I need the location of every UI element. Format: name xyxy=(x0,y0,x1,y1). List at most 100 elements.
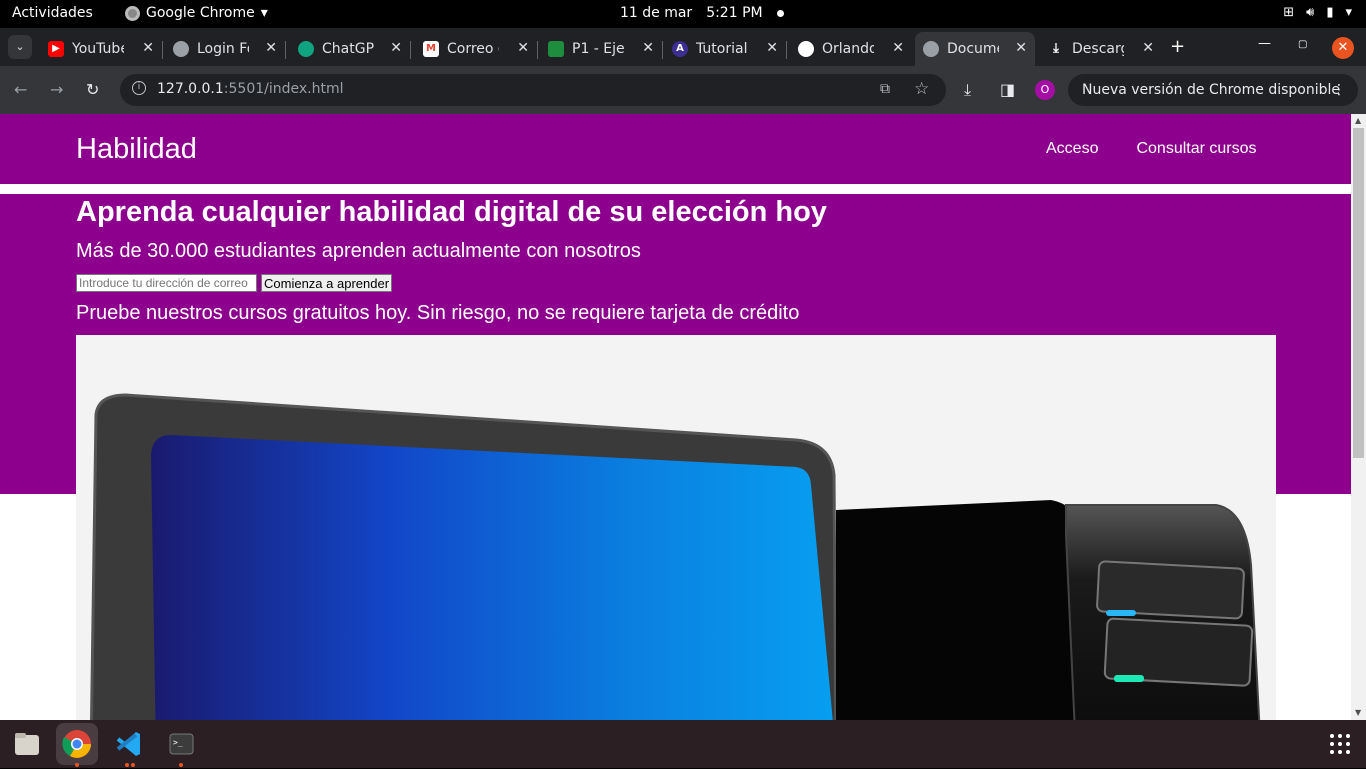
minimize-button[interactable]: — xyxy=(1258,36,1271,51)
site-info-icon[interactable]: i xyxy=(132,81,146,95)
maximize-button[interactable]: ▢ xyxy=(1298,39,1307,50)
profile-avatar[interactable]: O xyxy=(1035,80,1055,100)
close-icon[interactable]: ✕ xyxy=(642,40,654,56)
tab-youtube[interactable]: ▶ YouTube ✕ xyxy=(40,32,163,66)
tab-chatgpt[interactable]: ChatGPT ✕ xyxy=(290,32,411,66)
caret-down-icon: ▾ xyxy=(260,5,268,21)
arrow-left-icon: ← xyxy=(14,80,28,99)
minimize-icon: — xyxy=(1258,36,1271,51)
app-menu[interactable]: Google Chrome ▾ xyxy=(125,5,268,21)
tab-separator xyxy=(410,41,411,59)
clock[interactable]: 11 de mar 5:21 PM xyxy=(620,5,784,21)
url-host: 127.0.0.1 xyxy=(157,81,224,97)
dock-terminal[interactable]: >_ xyxy=(160,723,202,765)
close-icon[interactable]: ✕ xyxy=(1015,40,1027,56)
monitor-screen xyxy=(151,435,833,720)
folder-icon xyxy=(15,733,39,755)
tab-login-form[interactable]: Login Form ✕ xyxy=(165,32,286,66)
tab-document-active[interactable]: Document ✕ xyxy=(915,32,1035,66)
tab-title: YouTube xyxy=(72,41,124,57)
running-indicator xyxy=(75,763,79,767)
scroll-up-icon[interactable]: ▲ xyxy=(1355,116,1361,125)
new-tab-button[interactable]: + xyxy=(1170,36,1185,57)
tab-downloads[interactable]: ⤓ Descargas ✕ xyxy=(1040,32,1162,66)
chevron-down-icon: ⌄ xyxy=(15,40,25,53)
bookmark-star-icon[interactable]: ☆ xyxy=(914,79,929,99)
tab-gmail[interactable]: M Correo de ✕ xyxy=(415,32,538,66)
svg-text:>_: >_ xyxy=(173,738,183,747)
site-header: Habilidad Acceso Consultar cursos xyxy=(0,114,1351,184)
notification-dot-icon xyxy=(776,10,784,17)
tab-search-button[interactable]: ⌄ xyxy=(8,35,32,59)
close-icon[interactable]: ✕ xyxy=(265,40,277,56)
system-tray[interactable]: ⊞ 🔊︎ ▮ ▾ xyxy=(1283,5,1352,20)
clock-date: 11 de mar xyxy=(620,5,693,21)
close-icon[interactable]: ✕ xyxy=(766,40,778,56)
downloads-icon[interactable]: ⤓ xyxy=(964,80,971,100)
site-nav: Acceso Consultar cursos xyxy=(1046,140,1257,158)
url-path: :5501/index.html xyxy=(223,81,344,97)
close-window-button[interactable]: ✕ xyxy=(1332,37,1354,59)
tab-strip: ⌄ ▶ YouTube ✕ Login Form ✕ ChatGPT ✕ M C… xyxy=(0,28,1366,66)
chrome-update-button[interactable]: Nueva versión de Chrome disponible ⋮ xyxy=(1068,74,1358,106)
browser-toolbar: ← → ↻ i 127.0.0.1:5501/index.html ⧉ ☆ ⤓ … xyxy=(0,66,1366,114)
translate-icon[interactable]: ⧉ xyxy=(880,81,890,97)
tab-title: Tutorial xyxy=(696,41,748,57)
show-apps-icon[interactable] xyxy=(1330,734,1350,754)
close-icon[interactable]: ✕ xyxy=(892,40,904,56)
nav-link-consultar-cursos[interactable]: Consultar cursos xyxy=(1136,140,1256,158)
tab-title: Document xyxy=(947,41,999,57)
tab-separator xyxy=(162,41,163,59)
tab-separator xyxy=(537,41,538,59)
tab-title: Correo de xyxy=(447,41,499,57)
tab-title: Login Form xyxy=(197,41,249,57)
reload-button[interactable]: ↻ xyxy=(86,80,99,99)
chatgpt-icon xyxy=(298,41,314,57)
tab-tutorial[interactable]: A Tutorial ✕ xyxy=(664,32,787,66)
angular-icon: A xyxy=(672,41,688,57)
dock-vscode[interactable] xyxy=(108,723,150,765)
network-icon: ⊞ xyxy=(1283,5,1295,20)
scroll-down-icon[interactable]: ▼ xyxy=(1355,708,1361,717)
close-icon[interactable]: ✕ xyxy=(390,40,402,56)
app-menu-label: Google Chrome xyxy=(146,5,255,21)
close-icon[interactable]: ✕ xyxy=(1142,40,1154,56)
scrollbar-thumb[interactable] xyxy=(1353,128,1364,458)
page-scrollbar[interactable]: ▲ ▼ xyxy=(1351,114,1366,720)
hero-tagline: Pruebe nuestros cursos gratuitos hoy. Si… xyxy=(76,302,800,324)
reload-icon: ↻ xyxy=(86,80,100,99)
forward-button[interactable]: → xyxy=(50,80,63,99)
start-learning-button[interactable]: Comienza a aprender xyxy=(261,274,393,292)
activities-button[interactable]: Actividades xyxy=(12,5,93,21)
terminal-icon: >_ xyxy=(169,733,194,755)
tab-github[interactable]: Orlando ✕ xyxy=(790,32,912,66)
tab-classroom[interactable]: P1 - Ejercicio ✕ xyxy=(540,32,663,66)
tab-title: P1 - Ejercicio xyxy=(572,41,624,57)
side-panel-icon[interactable]: ◨ xyxy=(1000,80,1015,99)
nav-link-acceso[interactable]: Acceso xyxy=(1046,140,1098,158)
url-text: 127.0.0.1:5501/index.html xyxy=(157,81,344,97)
youtube-icon: ▶ xyxy=(48,41,64,57)
running-indicator xyxy=(125,763,129,767)
close-icon[interactable]: ✕ xyxy=(517,40,529,56)
page-viewport: Habilidad Acceso Consultar cursos Aprend… xyxy=(0,114,1351,720)
brand-logo[interactable]: Habilidad xyxy=(76,133,197,166)
dock-files[interactable] xyxy=(6,723,48,765)
github-icon xyxy=(798,41,814,57)
close-icon[interactable]: ✕ xyxy=(142,40,154,56)
dock-chrome[interactable] xyxy=(56,723,98,765)
maximize-icon: ▢ xyxy=(1298,39,1308,50)
computer-illustration xyxy=(90,393,1261,720)
gmail-icon: M xyxy=(423,41,439,57)
address-bar[interactable]: i 127.0.0.1:5501/index.html ⧉ ☆ xyxy=(120,74,946,106)
tab-title: Descargas xyxy=(1072,41,1124,57)
dock: >_ xyxy=(0,720,1366,768)
kebab-menu-icon[interactable]: ⋮ xyxy=(1332,74,1346,106)
back-button[interactable]: ← xyxy=(14,80,27,99)
globe-icon xyxy=(173,41,189,57)
tab-separator xyxy=(285,41,286,59)
hero-subheadline: Más de 30.000 estudiantes aprenden actua… xyxy=(76,240,641,262)
arrow-right-icon: → xyxy=(50,80,64,99)
email-input[interactable] xyxy=(76,274,257,292)
tab-separator xyxy=(662,41,663,59)
